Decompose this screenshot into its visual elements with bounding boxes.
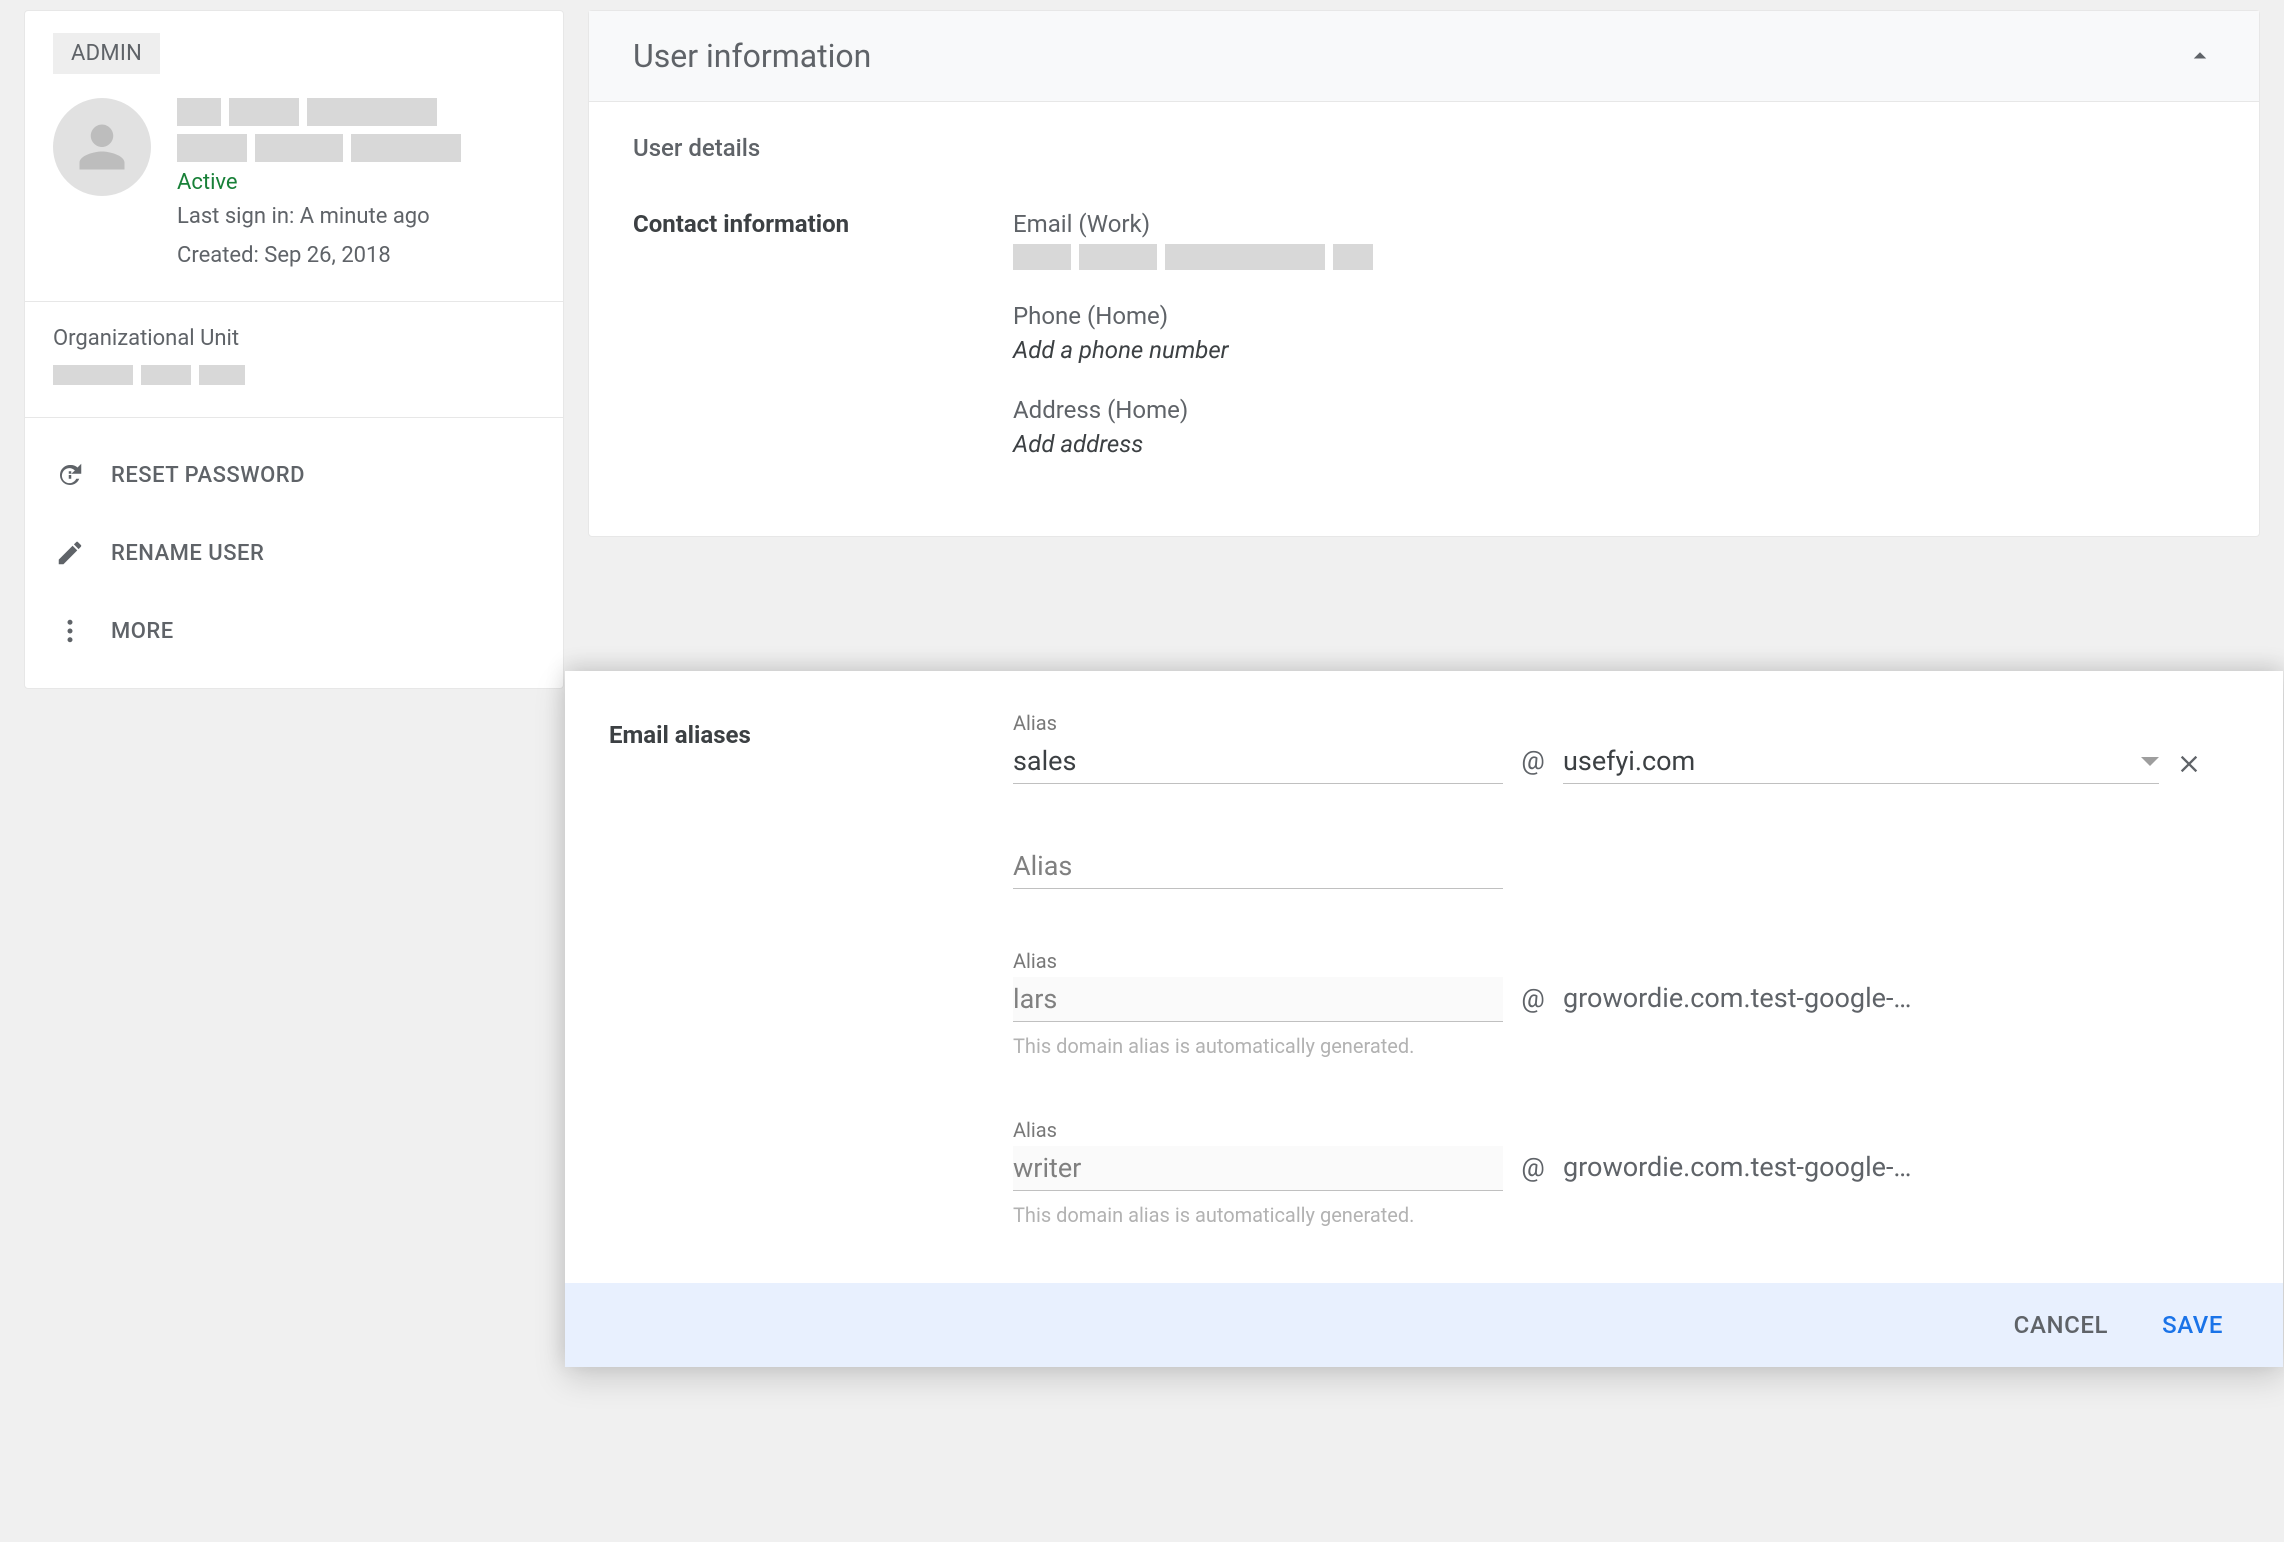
avatar bbox=[53, 98, 151, 196]
alias-field-label: Alias bbox=[1013, 949, 2219, 973]
cancel-button[interactable]: CANCEL bbox=[2014, 1311, 2108, 1339]
redacted-org-unit bbox=[53, 365, 535, 385]
domain-value-3: growordie.com.test-google-… bbox=[1563, 982, 2219, 1022]
alias-field-label: Alias bbox=[1013, 711, 2219, 735]
domain-select-1[interactable]: usefyi.com bbox=[1563, 739, 2159, 784]
phone-placeholder[interactable]: Add a phone number bbox=[1013, 336, 2215, 364]
org-unit-label: Organizational Unit bbox=[53, 326, 535, 351]
phone-label: Phone (Home) bbox=[1013, 302, 2215, 330]
redacted-email bbox=[177, 134, 535, 162]
rename-user-button[interactable]: RENAME USER bbox=[25, 514, 563, 592]
alias-input-4 bbox=[1013, 1146, 1503, 1191]
dropdown-caret-icon bbox=[2141, 757, 2159, 766]
chevron-up-icon[interactable] bbox=[2185, 41, 2215, 71]
redacted-name bbox=[177, 98, 535, 126]
panel-title: User information bbox=[633, 37, 871, 75]
remove-alias-button[interactable] bbox=[2159, 750, 2219, 784]
email-label: Email (Work) bbox=[1013, 210, 2215, 238]
email-aliases-panel: Email aliases Alias @ usefyi.co bbox=[565, 671, 2283, 1367]
panel-header[interactable]: User information bbox=[589, 11, 2259, 102]
at-symbol: @ bbox=[1503, 746, 1563, 784]
at-symbol: @ bbox=[1503, 984, 1563, 1022]
contact-info-label: Contact information bbox=[633, 210, 1013, 490]
reset-password-button[interactable]: RESET PASSWORD bbox=[25, 436, 563, 514]
redacted-email-value bbox=[1013, 244, 2215, 270]
domain-value-4: growordie.com.test-google-… bbox=[1563, 1151, 2219, 1191]
address-label: Address (Home) bbox=[1013, 396, 2215, 424]
domain-value-1: usefyi.com bbox=[1563, 745, 1695, 777]
last-signin: Last sign in: A minute ago bbox=[177, 199, 535, 234]
email-aliases-label: Email aliases bbox=[609, 711, 1013, 1227]
more-button[interactable]: MORE bbox=[25, 592, 563, 670]
status-badge: Active bbox=[177, 170, 535, 195]
address-placeholder[interactable]: Add address bbox=[1013, 430, 2215, 458]
admin-badge: ADMIN bbox=[53, 33, 160, 74]
pencil-icon bbox=[53, 536, 87, 570]
rename-user-label: RENAME USER bbox=[111, 541, 264, 566]
alias-action-bar: CANCEL SAVE bbox=[565, 1283, 2283, 1367]
alias-field-label: Alias bbox=[1013, 1118, 2219, 1142]
sidebar: ADMIN Active Last sign in: A minute ago … bbox=[24, 10, 564, 689]
alias-input-3 bbox=[1013, 977, 1503, 1022]
user-details-heading: User details bbox=[633, 134, 2215, 162]
alias-input-new[interactable] bbox=[1013, 844, 1503, 889]
alias-auto-hint: This domain alias is automatically gener… bbox=[1013, 1034, 2219, 1058]
alias-input-1[interactable] bbox=[1013, 739, 1503, 784]
more-vert-icon bbox=[53, 614, 87, 648]
alias-auto-hint: This domain alias is automatically gener… bbox=[1013, 1203, 2219, 1227]
save-button[interactable]: SAVE bbox=[2162, 1311, 2223, 1339]
reset-password-label: RESET PASSWORD bbox=[111, 463, 305, 488]
main-panel: User information User details Contact in… bbox=[588, 10, 2260, 537]
more-label: MORE bbox=[111, 619, 174, 644]
reset-password-icon bbox=[53, 458, 87, 492]
created-date: Created: Sep 26, 2018 bbox=[177, 238, 535, 273]
at-symbol: @ bbox=[1503, 1153, 1563, 1191]
